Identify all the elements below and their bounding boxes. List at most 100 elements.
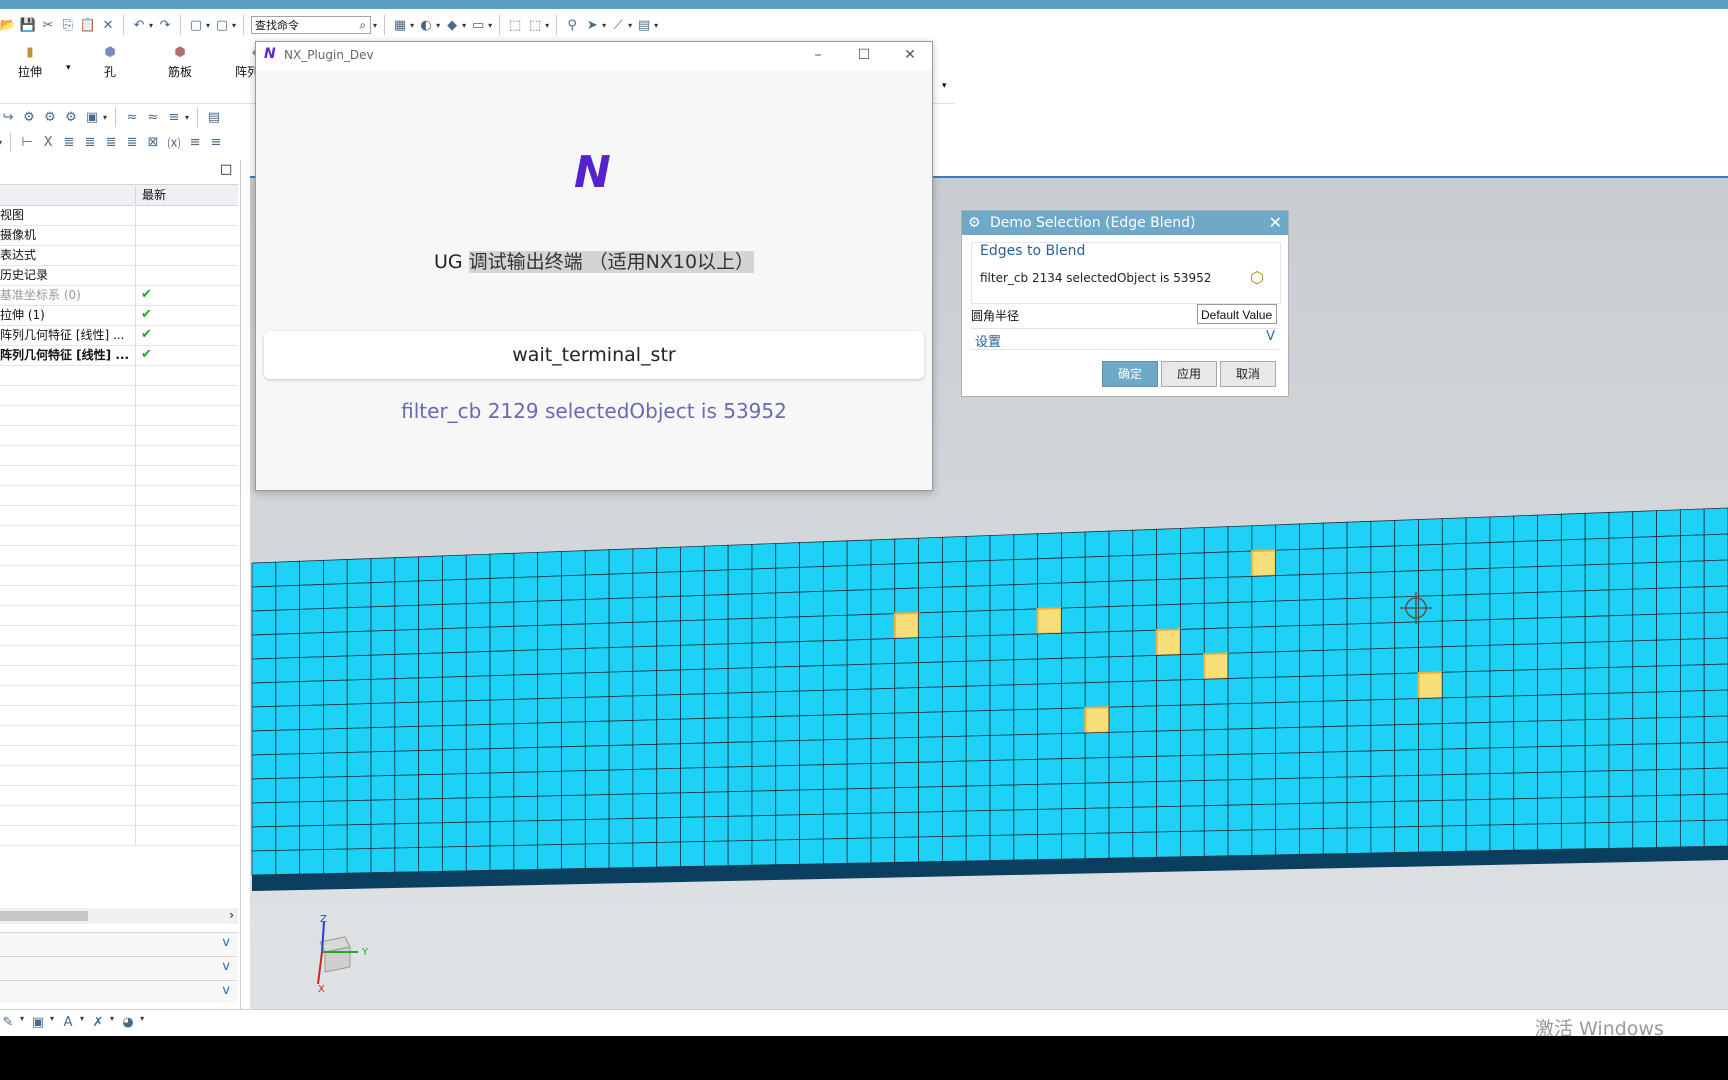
switch-window-icon[interactable]: ▢: [214, 17, 230, 33]
ok-button[interactable]: 确定: [1102, 361, 1158, 387]
apply-button[interactable]: 应用: [1161, 361, 1217, 387]
frame-icon[interactable]: ▭: [470, 17, 486, 33]
maximize-button[interactable]: ☐: [854, 45, 874, 65]
open-icon[interactable]: 📂: [0, 17, 16, 33]
chevron-down-icon[interactable]: v: [222, 983, 230, 998]
dialog-titlebar[interactable]: ⚙ Demo Selection (Edge Blend) ✕: [962, 211, 1288, 235]
chevron-down-icon[interactable]: ▾: [0, 138, 2, 147]
chevron-down-icon[interactable]: ▾: [140, 1014, 144, 1030]
maximize-icon[interactable]: □: [220, 162, 232, 177]
chevron-down-icon[interactable]: ▾: [545, 21, 549, 30]
navigator-row[interactable]: [0, 665, 238, 686]
navigator-row[interactable]: 阵列几何特征 [线性] ... ✔: [0, 325, 238, 346]
radius-input[interactable]: Default Value: [1197, 304, 1277, 324]
assembly-icon[interactable]: ▣: [84, 109, 100, 125]
box-x-icon[interactable]: ⊠: [145, 134, 161, 150]
save-icon[interactable]: 💾: [20, 17, 36, 33]
filter-icon[interactable]: ⚲: [564, 17, 580, 33]
dimension-icon[interactable]: ⊢: [19, 134, 35, 150]
navigator-row[interactable]: [0, 625, 238, 646]
fit-icon[interactable]: ≡: [208, 134, 224, 150]
multiply-icon[interactable]: X: [40, 134, 56, 150]
chevron-down-icon[interactable]: v: [222, 935, 230, 950]
dependents-panel-header[interactable]: v: [0, 932, 238, 955]
cube-icon[interactable]: ◆: [444, 17, 460, 33]
layout-icon[interactable]: ▦: [392, 17, 408, 33]
column-latest-header[interactable]: 最新: [135, 186, 166, 204]
redo-icon[interactable]: ↷: [157, 17, 173, 33]
navigator-row[interactable]: [0, 825, 238, 846]
select-icon[interactable]: ➤: [584, 17, 600, 33]
command-search-input[interactable]: 查找命令 ⌕: [251, 16, 372, 34]
brush-icon[interactable]: ✎: [0, 1014, 16, 1030]
preview-panel-header[interactable]: v: [0, 980, 238, 1003]
chevron-down-icon[interactable]: ▾: [373, 21, 377, 30]
chevron-down-icon[interactable]: ▾: [20, 1014, 24, 1030]
navigator-row[interactable]: [0, 705, 238, 726]
navigator-row[interactable]: [0, 605, 238, 626]
terminal-titlebar[interactable]: N NX_Plugin_Dev – ☐ ✕: [256, 42, 932, 70]
scrollbar-thumb[interactable]: [0, 911, 88, 921]
hole-button[interactable]: ⬢ 孔: [85, 45, 135, 80]
feature-icon[interactable]: ⚙: [42, 109, 58, 125]
curve-icon[interactable]: ≈: [124, 109, 140, 125]
chevron-down-icon[interactable]: ▾: [149, 21, 153, 30]
cut-icon[interactable]: ✂: [40, 17, 56, 33]
navigator-row[interactable]: 摄像机: [0, 225, 238, 246]
snap-icon[interactable]: ⟋: [610, 17, 626, 33]
navigator-row[interactable]: 历史记录: [0, 265, 238, 286]
navigator-row[interactable]: [0, 685, 238, 706]
chevron-down-icon[interactable]: ▾: [488, 21, 492, 30]
settings-section-header[interactable]: 设置 V: [971, 328, 1279, 350]
rib-button[interactable]: ⬢ 筋板: [155, 45, 205, 80]
tolerance-icon[interactable]: ≣: [61, 134, 77, 150]
navigator-row[interactable]: [0, 805, 238, 826]
navigator-row[interactable]: [0, 525, 238, 546]
navigator-row[interactable]: [0, 485, 238, 506]
navigator-row[interactable]: 视图: [0, 205, 238, 226]
undo-icon[interactable]: ↶: [131, 17, 147, 33]
chevron-down-icon[interactable]: v: [222, 959, 230, 974]
feature-icon[interactable]: ⚙: [63, 109, 79, 125]
navigator-row[interactable]: [0, 505, 238, 526]
minimize-button[interactable]: –: [808, 45, 828, 65]
navigator-row[interactable]: [0, 465, 238, 486]
delete-icon[interactable]: ✕: [100, 17, 116, 33]
details-panel-header[interactable]: v: [0, 956, 238, 979]
align-icon[interactable]: ≡: [166, 109, 182, 125]
chevron-down-icon[interactable]: ▾: [436, 21, 440, 30]
chevron-down-icon[interactable]: ▾: [185, 113, 189, 122]
chevron-down-icon[interactable]: ▾: [103, 113, 107, 122]
navigator-row[interactable]: [0, 445, 238, 466]
navigator-row[interactable]: [0, 565, 238, 586]
search-icon[interactable]: ⌕: [359, 18, 366, 33]
navigator-row[interactable]: 阵列几何特征 [线性] ... ✔: [0, 345, 238, 366]
close-icon[interactable]: ✕: [1269, 211, 1282, 235]
navigator-row[interactable]: [0, 725, 238, 746]
chevron-down-icon[interactable]: ▾: [110, 1014, 114, 1030]
terminal-command-box[interactable]: wait_terminal_str: [264, 331, 924, 379]
text-icon[interactable]: A: [60, 1014, 76, 1030]
navigator-row[interactable]: 基准坐标系 (0) ✔: [0, 285, 238, 306]
chevron-down-icon[interactable]: ▾: [942, 81, 947, 91]
close-button[interactable]: ✕: [900, 45, 920, 65]
paint-icon[interactable]: ◕: [120, 1014, 136, 1030]
chevron-down-icon[interactable]: ▾: [462, 21, 466, 30]
feature-icon[interactable]: ⚙: [21, 109, 37, 125]
navigator-row[interactable]: [0, 785, 238, 806]
navigator-row[interactable]: [0, 645, 238, 666]
tolerance-icon[interactable]: ≣: [103, 134, 119, 150]
chevron-down-icon[interactable]: ▾: [80, 1014, 84, 1030]
tolerance-icon[interactable]: ≣: [124, 134, 140, 150]
navigator-row[interactable]: 拉伸 (1) ✔: [0, 305, 238, 326]
navigator-row[interactable]: [0, 385, 238, 406]
curve-icon[interactable]: ≈: [145, 109, 161, 125]
view-icon[interactable]: ⬚: [527, 17, 543, 33]
navigator-row[interactable]: [0, 545, 238, 566]
layer-icon[interactable]: ▣: [30, 1014, 46, 1030]
chevron-down-icon[interactable]: ▾: [206, 21, 210, 30]
navigator-row[interactable]: [0, 425, 238, 446]
chevron-down-icon[interactable]: ▾: [654, 21, 658, 30]
chevron-right-icon[interactable]: ›: [229, 908, 234, 922]
chevron-down-icon[interactable]: ▾: [232, 21, 236, 30]
